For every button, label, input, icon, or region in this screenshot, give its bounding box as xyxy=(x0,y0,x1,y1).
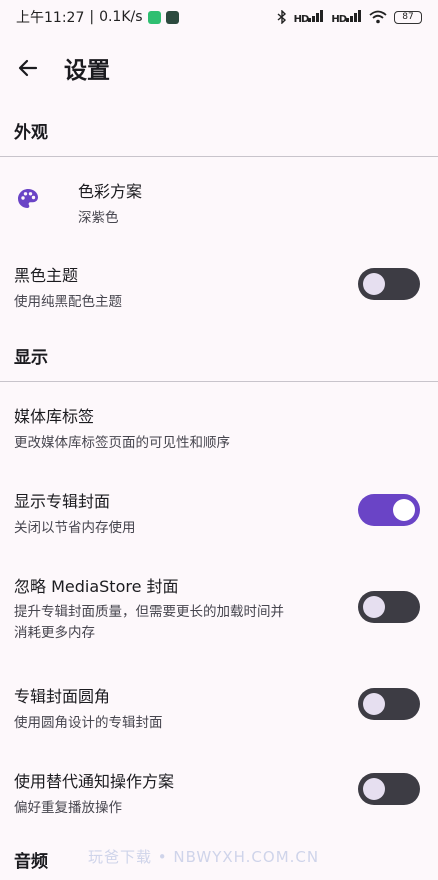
setting-title: 显示专辑封面 xyxy=(14,492,111,511)
switch-knob xyxy=(393,499,415,521)
back-button[interactable] xyxy=(0,44,56,92)
section-header-appearance: 外观 xyxy=(14,123,48,143)
switch-knob xyxy=(363,273,385,295)
setting-title: 色彩方案 xyxy=(78,182,143,201)
ignore-mediastore-switch[interactable] xyxy=(358,591,420,623)
watermark: 玩爸下载 • NBWYXH.COM.CN xyxy=(88,848,320,866)
status-separator: | xyxy=(89,9,95,25)
setting-title: 媒体库标签 xyxy=(14,407,95,426)
setting-title: 黑色主题 xyxy=(14,266,79,285)
switch-knob xyxy=(363,596,385,618)
switch-knob xyxy=(363,778,385,800)
alt-notification-switch[interactable] xyxy=(358,773,420,805)
setting-item-black-theme[interactable]: 黑色主题 使用纯黑配色主题 xyxy=(0,252,438,316)
setting-title: 忽略 MediaStore 封面 xyxy=(14,577,179,596)
arrow-left-icon xyxy=(18,59,38,77)
bluetooth-icon xyxy=(277,10,286,24)
setting-subtitle: 关闭以节省内存使用 xyxy=(14,520,136,536)
setting-item-show-cover[interactable]: 显示专辑封面 关闭以节省内存使用 xyxy=(0,478,438,542)
page-title: 设置 xyxy=(64,58,110,84)
setting-subtitle-line-1: 提升专辑封面质量，但需要更长的加载时间并 xyxy=(14,604,284,620)
signal-icon-2: HD xyxy=(331,9,362,25)
setting-item-alt-notification[interactable]: 使用替代通知操作方案 偏好重复播放操作 xyxy=(0,758,438,822)
setting-title: 使用替代通知操作方案 xyxy=(14,772,175,791)
setting-subtitle: 深紫色 xyxy=(78,210,119,226)
setting-subtitle: 使用纯黑配色主题 xyxy=(14,294,122,310)
wifi-icon xyxy=(369,10,387,24)
setting-item-ignore-mediastore[interactable]: 忽略 MediaStore 封面 提升专辑封面质量，但需要更长的加载时间并 消耗… xyxy=(0,563,438,649)
palette-icon xyxy=(18,189,38,208)
setting-subtitle: 使用圆角设计的专辑封面 xyxy=(14,715,163,731)
status-net-speed: 0.1K/s xyxy=(99,9,143,25)
section-divider xyxy=(0,381,438,382)
show-cover-switch[interactable] xyxy=(358,494,420,526)
setting-item-library-tabs[interactable]: 媒体库标签 更改媒体库标签页面的可见性和顺序 xyxy=(0,393,438,457)
section-header-display: 显示 xyxy=(14,348,48,368)
status-left: 上午11:27 | 0.1K/s xyxy=(16,7,179,27)
switch-knob xyxy=(363,693,385,715)
setting-subtitle: 更改媒体库标签页面的可见性和顺序 xyxy=(14,435,230,451)
setting-item-rounded-cover[interactable]: 专辑封面圆角 使用圆角设计的专辑封面 xyxy=(0,673,438,737)
top-app-bar: 设置 xyxy=(0,42,438,94)
status-bar: 上午11:27 | 0.1K/s HD HD 87 xyxy=(0,0,438,34)
setting-title: 专辑封面圆角 xyxy=(14,687,111,706)
section-divider xyxy=(0,156,438,157)
section-header-audio: 音频 xyxy=(14,852,48,872)
status-time: 上午11:27 xyxy=(16,10,85,26)
notification-app-icon-2 xyxy=(165,10,179,24)
battery-icon: 87 xyxy=(394,10,422,24)
setting-subtitle: 偏好重复播放操作 xyxy=(14,800,122,816)
signal-icon-1: HD xyxy=(294,9,325,25)
notification-app-icon xyxy=(147,10,161,24)
black-theme-switch[interactable] xyxy=(358,268,420,300)
setting-subtitle-line-2: 消耗更多内存 xyxy=(14,625,95,641)
setting-item-color-scheme[interactable]: 色彩方案 深紫色 xyxy=(0,168,438,232)
setting-subtitle: 提升专辑封面质量，但需要更长的加载时间并 消耗更多内存 xyxy=(14,602,284,644)
rounded-cover-switch[interactable] xyxy=(358,688,420,720)
status-right: HD HD 87 xyxy=(277,9,422,25)
